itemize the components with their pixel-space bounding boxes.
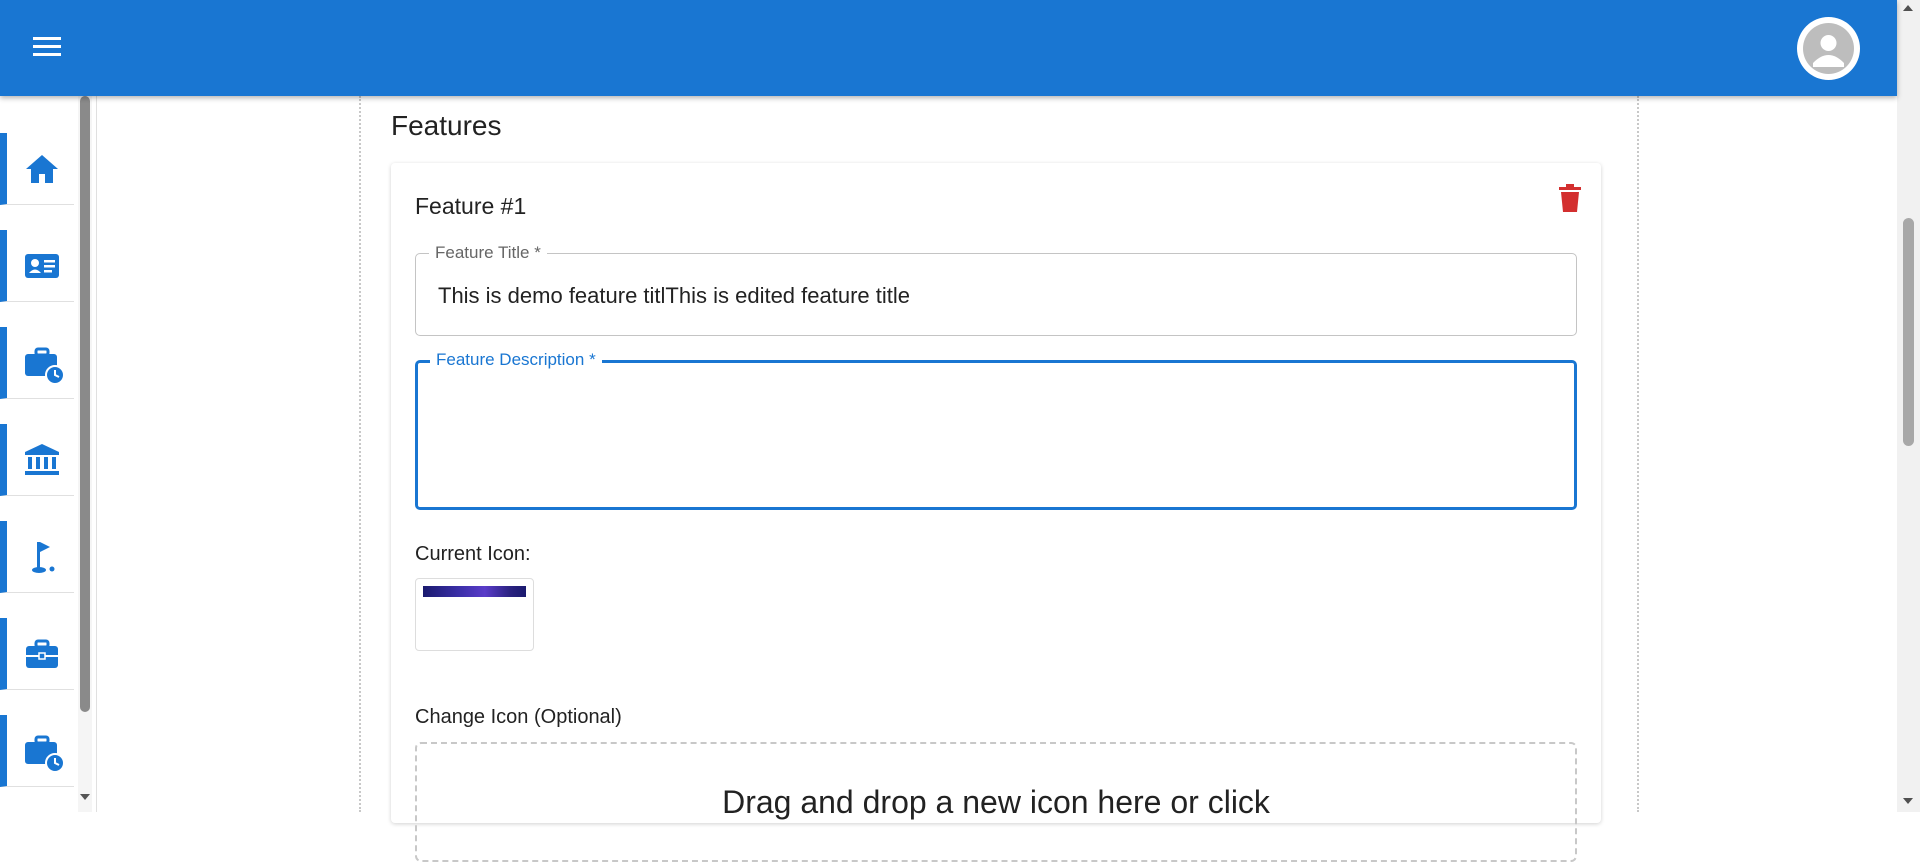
hamburger-menu-icon [33, 37, 61, 56]
feature-description-field[interactable]: Feature Description * [415, 349, 1577, 510]
delete-feature-button[interactable] [1552, 179, 1588, 215]
section-title: Features [391, 110, 502, 141]
chevron-down-icon[interactable] [79, 791, 91, 803]
trash-icon [1559, 184, 1581, 212]
golf-flag-icon [32, 542, 55, 573]
profile-button[interactable] [1797, 17, 1860, 80]
feature-card-title: Feature #1 [415, 193, 527, 219]
sidebar-item-briefcase[interactable] [0, 618, 74, 690]
account-circle-icon [1803, 23, 1854, 74]
page-scrollbar-thumb[interactable] [1903, 218, 1914, 446]
current-icon-label: Current Icon: [415, 543, 531, 565]
menu-button[interactable] [24, 26, 70, 70]
app-bar [0, 0, 1897, 96]
page-scrollbar[interactable] [1897, 0, 1920, 812]
feature-title-input[interactable] [436, 279, 1560, 313]
feature-card: Feature #1 Feature Title * Feature Descr… [391, 163, 1601, 862]
current-icon-preview [415, 578, 534, 651]
chevron-up-icon[interactable] [1902, 3, 1914, 13]
feature-description-label: Feature Description * [430, 349, 602, 371]
work-history-icon [25, 347, 65, 385]
sidebar-scrollbar[interactable] [78, 96, 92, 812]
sidebar-item-bank[interactable] [0, 424, 74, 496]
dropzone-text: Drag and drop a new icon here or click [722, 784, 1270, 820]
sidebar-item-home[interactable] [0, 133, 74, 205]
feature-description-input[interactable] [436, 383, 1560, 497]
briefcase-icon [26, 639, 58, 668]
feature-title-field[interactable]: Feature Title * [415, 242, 1577, 336]
bank-icon [25, 444, 59, 475]
sidebar-item-golf[interactable] [0, 521, 74, 593]
icon-dropzone[interactable]: Drag and drop a new icon here or click [415, 742, 1577, 862]
home-icon [26, 155, 58, 183]
work-history-icon [25, 735, 65, 773]
current-icon-image [423, 586, 526, 597]
sidebar-item-work-history-2[interactable] [0, 715, 74, 787]
feature-title-label: Feature Title * [429, 242, 547, 264]
sidebar-item-work-history[interactable] [0, 327, 74, 399]
change-icon-label: Change Icon (Optional) [415, 706, 622, 728]
chevron-down-icon[interactable] [1902, 796, 1914, 806]
contact-card-icon [25, 254, 59, 278]
sidebar-item-contact[interactable] [0, 230, 74, 302]
sidebar-scrollbar-thumb[interactable] [80, 96, 90, 712]
